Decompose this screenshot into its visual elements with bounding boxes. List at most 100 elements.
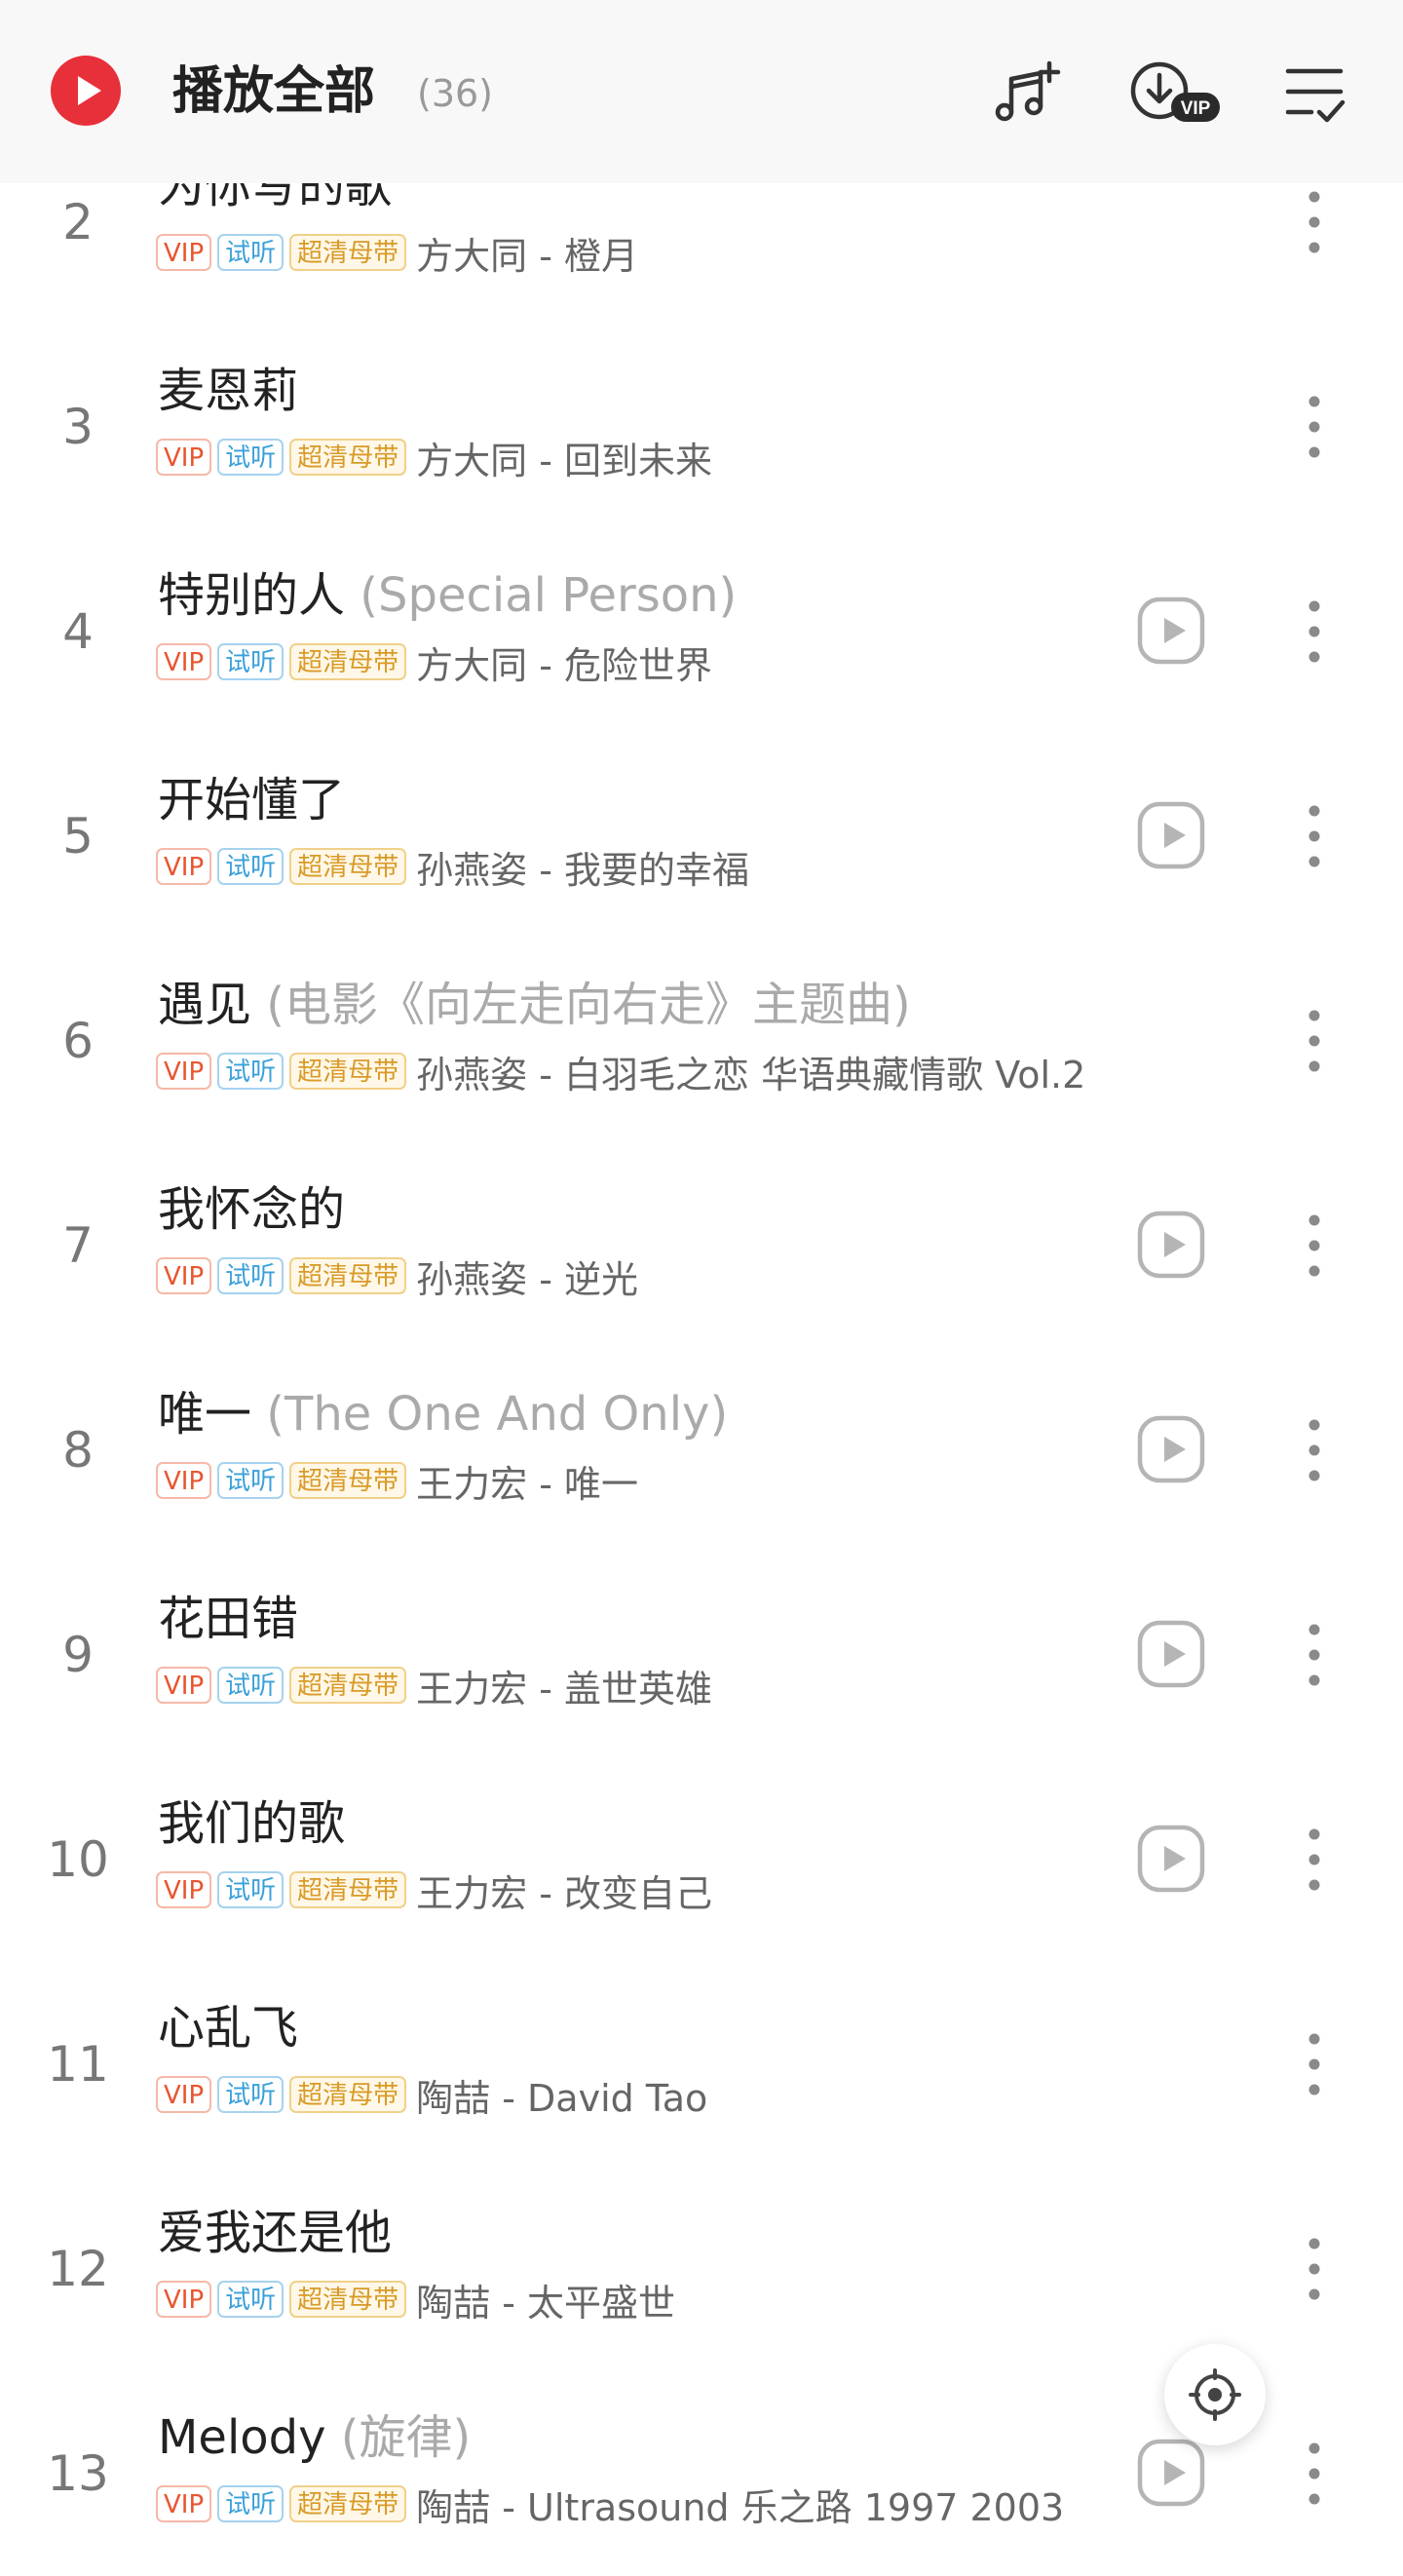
mv-play-icon[interactable]: [1137, 1415, 1205, 1483]
trial-tag: 试听: [217, 1667, 284, 1704]
master-quality-tag: 超清母带: [289, 1462, 407, 1499]
master-quality-tag: 超清母带: [289, 1667, 407, 1704]
locate-current-song-button[interactable]: [1164, 2344, 1266, 2445]
trial-tag: 试听: [217, 848, 284, 885]
master-quality-tag: 超清母带: [289, 2485, 407, 2522]
mv-play-icon[interactable]: [1137, 1825, 1205, 1893]
song-row[interactable]: 6 遇见 (电影《向左走向右走》主题曲) VIP 试听 超清母带 孙燕姿 - 白羽毛之恋 …: [0, 939, 1403, 1143]
song-index: 4: [62, 603, 94, 660]
song-title-text: 开始懂了: [158, 773, 346, 827]
song-meta: VIP 试听 超清母带 孙燕姿 - 白羽毛之恋 华语典藏情歌 Vol.2: [156, 1048, 1086, 1096]
vip-tag: VIP: [156, 1871, 212, 1908]
mv-play-icon[interactable]: [1137, 596, 1205, 665]
song-meta: VIP 试听 超清母带 孙燕姿 - 逆光: [156, 1252, 638, 1301]
more-options-icon[interactable]: [1284, 1207, 1345, 1285]
mv-play-icon[interactable]: [1137, 801, 1205, 869]
song-count: (36): [417, 72, 494, 115]
song-row[interactable]: 9 花田错 VIP 试听 超清母带 王力宏 - 盖世英雄: [0, 1553, 1403, 1757]
song-meta: VIP 试听 超清母带 陶喆 - 太平盛世: [156, 2276, 675, 2325]
master-quality-tag: 超清母带: [289, 2281, 407, 2318]
more-options-icon[interactable]: [1284, 797, 1345, 875]
song-title-text: 遇见: [158, 978, 252, 1032]
more-options-icon[interactable]: [1284, 183, 1345, 261]
more-options-icon[interactable]: [1284, 2025, 1345, 2103]
more-options-icon[interactable]: [1284, 1002, 1345, 1080]
song-title-text: 我怀念的: [158, 1182, 346, 1237]
vip-tag: VIP: [156, 643, 212, 680]
trial-tag: 试听: [217, 439, 284, 476]
trial-tag: 试听: [217, 2485, 284, 2522]
song-meta: VIP 试听 超清母带 陶喆 - David Tao: [156, 2071, 707, 2120]
song-artist-album: 方大同 - 橙月: [416, 234, 639, 278]
song-title-text: 爱我还是他: [158, 2206, 393, 2260]
song-artist-album: 方大同 - 危险世界: [416, 643, 713, 687]
song-index: 9: [62, 1627, 94, 1683]
song-title: 开始懂了: [158, 769, 345, 831]
song-title-text: 花田错: [158, 1592, 299, 1646]
song-title: 我们的歌: [158, 1792, 345, 1855]
trial-tag: 试听: [217, 643, 284, 680]
more-options-icon[interactable]: [1284, 388, 1345, 466]
more-options-icon[interactable]: [1284, 1616, 1345, 1694]
song-artist-album: 王力宏 - 改变自己: [416, 1871, 713, 1915]
more-options-icon[interactable]: [1284, 2230, 1345, 2308]
song-row[interactable]: 10 我们的歌 VIP 试听 超清母带 王力宏 - 改变自己: [0, 1757, 1403, 1962]
vip-tag: VIP: [156, 2485, 212, 2522]
song-title: 麦恩莉: [158, 360, 298, 422]
vip-tag: VIP: [156, 439, 212, 476]
more-options-icon[interactable]: [1284, 1821, 1345, 1899]
song-title: 遇见 (电影《向左走向右走》主题曲): [158, 974, 911, 1036]
mv-play-icon[interactable]: [1137, 2439, 1205, 2507]
mv-play-icon[interactable]: [1137, 1211, 1205, 1279]
vip-download-icon[interactable]: VIP: [1126, 56, 1224, 134]
master-quality-tag: 超清母带: [289, 439, 407, 476]
trial-tag: 试听: [217, 2076, 284, 2113]
vip-tag: VIP: [156, 1462, 212, 1499]
song-artist-album: 王力宏 - 唯一: [416, 1462, 639, 1506]
song-title: 心乱飞: [158, 1997, 298, 2059]
song-title: 特别的人 (Special Person): [158, 564, 737, 627]
song-artist-album: 方大同 - 回到未来: [416, 439, 713, 482]
song-artist-album: 孙燕姿 - 逆光: [416, 1257, 639, 1301]
more-options-icon[interactable]: [1284, 2435, 1345, 2513]
play-all-label[interactable]: 播放全部: [172, 57, 375, 127]
song-index: 8: [62, 1422, 94, 1479]
more-options-icon[interactable]: [1284, 1411, 1345, 1489]
song-row[interactable]: 12 爱我还是他 VIP 试听 超清母带 陶喆 - 太平盛世: [0, 2167, 1403, 2371]
song-row[interactable]: 5 开始懂了 VIP 试听 超清母带 孙燕姿 - 我要的幸福: [0, 734, 1403, 939]
vip-tag: VIP: [156, 2076, 212, 2113]
song-row[interactable]: 7 我怀念的 VIP 试听 超清母带 孙燕姿 - 逆光: [0, 1143, 1403, 1348]
vip-tag: VIP: [156, 1053, 212, 1090]
add-music-icon[interactable]: [989, 56, 1067, 134]
trial-tag: 试听: [217, 1053, 284, 1090]
song-index: 12: [47, 2241, 109, 2297]
song-title-text: 心乱飞: [158, 2001, 299, 2056]
song-row[interactable]: 4 特别的人 (Special Person) VIP 试听 超清母带 方大同 - 危险世…: [0, 529, 1403, 734]
vip-badge-text: VIP: [1181, 98, 1211, 119]
master-quality-tag: 超清母带: [289, 848, 407, 885]
mv-play-icon[interactable]: [1137, 1620, 1205, 1688]
song-meta: VIP 试听 超清母带 王力宏 - 改变自己: [156, 1866, 712, 1915]
vip-tag: VIP: [156, 1667, 212, 1704]
play-all-icon[interactable]: [51, 56, 121, 126]
song-artist-album: 孙燕姿 - 白羽毛之恋 华语典藏情歌 Vol.2: [416, 1053, 1086, 1096]
song-row[interactable]: 3 麦恩莉 VIP 试听 超清母带 方大同 - 回到未来: [0, 325, 1403, 529]
song-meta: VIP 试听 超清母带 王力宏 - 唯一: [156, 1457, 638, 1506]
multi-select-icon[interactable]: [1276, 56, 1354, 134]
song-title: 我怀念的: [158, 1178, 345, 1241]
vip-tag: VIP: [156, 848, 212, 885]
song-subtitle: (电影《向左走向右走》主题曲): [266, 978, 911, 1032]
song-title-text: 特别的人: [158, 568, 346, 623]
master-quality-tag: 超清母带: [289, 234, 407, 271]
trial-tag: 试听: [217, 1871, 284, 1908]
more-options-icon[interactable]: [1284, 593, 1345, 671]
target-icon: [1189, 2368, 1241, 2421]
master-quality-tag: 超清母带: [289, 1053, 407, 1090]
song-meta: VIP 试听 超清母带 孙燕姿 - 我要的幸福: [156, 843, 749, 892]
trial-tag: 试听: [217, 1257, 284, 1294]
master-quality-tag: 超清母带: [289, 1257, 407, 1294]
song-index: 11: [47, 2036, 109, 2093]
song-title-text: 我们的歌: [158, 1796, 346, 1851]
song-row[interactable]: 8 唯一 (The One And Only) VIP 试听 超清母带 王力宏 - 唯一: [0, 1348, 1403, 1553]
song-row[interactable]: 11 心乱飞 VIP 试听 超清母带 陶喆 - David Tao: [0, 1962, 1403, 2167]
